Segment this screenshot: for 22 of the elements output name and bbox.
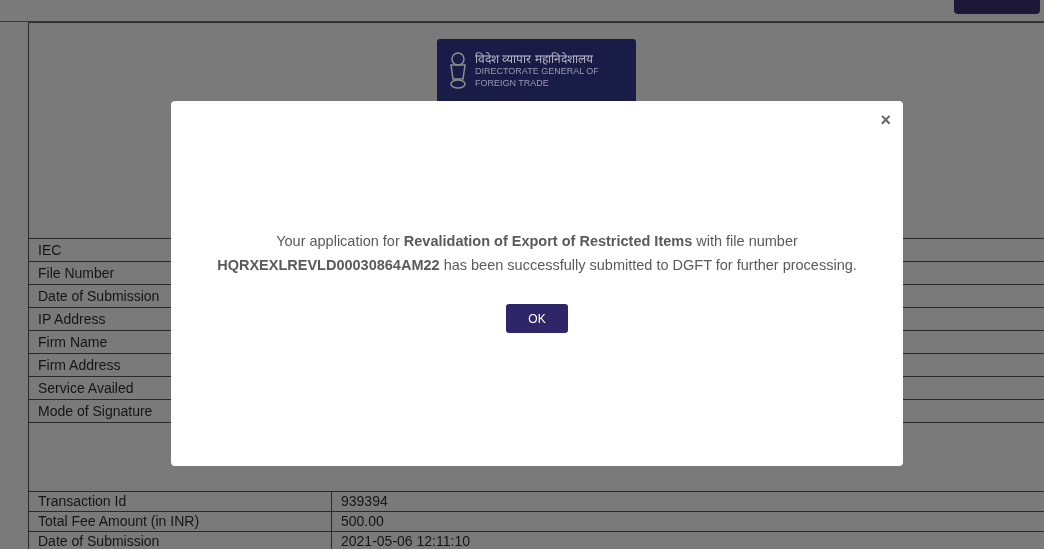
dark-button[interactable] bbox=[954, 0, 1040, 14]
logo-text: FOREIGN TRADE bbox=[475, 77, 550, 89]
logo-text: DIRECTORATE GENERAL OF bbox=[475, 65, 599, 77]
table-cell: 2021-05-06 12:11:10 bbox=[331, 532, 1044, 549]
table-cell-text: Date of Submission bbox=[37, 287, 161, 306]
table-cell-text: Service Availed bbox=[37, 379, 135, 398]
ok-button[interactable]: OK bbox=[506, 304, 568, 333]
table-cell-text: Transaction Id bbox=[37, 492, 128, 511]
table-cell-text: Mode of Signature bbox=[37, 402, 154, 421]
table-cell-text: Date of Submission bbox=[37, 532, 161, 549]
table-cell-text: Firm Name bbox=[37, 333, 109, 352]
dialog-message: Your application for Revalidation of Export of Restricted Items with file number HQRXEXLREVLD00030864AM22 has been successfully submitted to DGFT for further processing. bbox=[216, 232, 858, 275]
table-cell-text: IP Address bbox=[37, 310, 107, 329]
table-cell-text: IEC bbox=[37, 241, 63, 260]
table-cell-text: Firm Address bbox=[37, 356, 122, 375]
table-cell-text: File Number bbox=[37, 264, 116, 283]
logo-hindi-text: विदेश व्यापार महानिदेशालय bbox=[475, 53, 594, 65]
table-cell: 500.00 bbox=[331, 512, 1044, 531]
close-button[interactable]: × bbox=[880, 107, 891, 134]
table-cell-text: Total Fee Amount (in INR) bbox=[37, 512, 201, 531]
table-cell: 939394 bbox=[331, 492, 1044, 511]
emblem-icon bbox=[447, 51, 469, 91]
